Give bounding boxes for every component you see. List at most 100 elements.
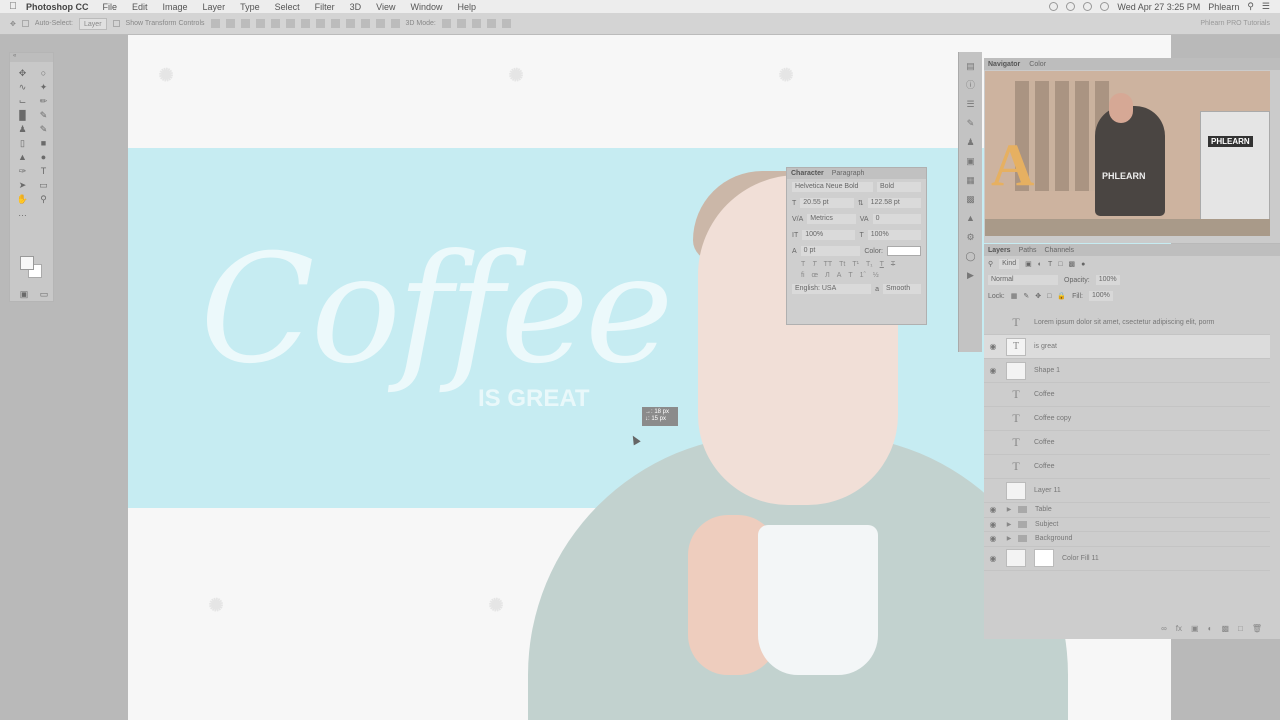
titling-icon[interactable]: Т bbox=[848, 272, 852, 279]
filter-shape-icon[interactable]: □ bbox=[1058, 261, 1062, 268]
dodge-tool-icon[interactable]: ● bbox=[38, 152, 50, 162]
libraries-icon[interactable]: ▩ bbox=[966, 194, 976, 204]
move-tool-icon[interactable]: ✥ bbox=[10, 20, 16, 28]
distribute-bottom-icon[interactable] bbox=[330, 19, 340, 28]
faux-italic-icon[interactable]: T bbox=[812, 261, 816, 268]
more-tools-icon[interactable]: … bbox=[17, 208, 29, 218]
antialias-dropdown[interactable]: Smooth bbox=[883, 284, 921, 294]
3d-roll-icon[interactable] bbox=[456, 19, 466, 28]
menu-view[interactable]: View bbox=[376, 2, 395, 12]
menu-edit[interactable]: Edit bbox=[132, 2, 148, 12]
lock-position-icon[interactable]: ✥ bbox=[1035, 292, 1041, 300]
lock-artboard-icon[interactable]: □ bbox=[1047, 293, 1051, 300]
superscript-icon[interactable]: T¹ bbox=[852, 261, 859, 268]
layer-row[interactable]: T Coffee bbox=[984, 431, 1270, 455]
layer-row[interactable]: T Coffee bbox=[984, 383, 1270, 407]
hand-tool-icon[interactable]: ✋ bbox=[17, 194, 29, 204]
clock[interactable]: Wed Apr 27 3:25 PM bbox=[1117, 2, 1200, 12]
lock-all-icon[interactable]: 🔒 bbox=[1057, 292, 1066, 300]
3d-pan-icon[interactable] bbox=[471, 19, 481, 28]
pen-tool-icon[interactable]: ✑ bbox=[17, 166, 29, 176]
distribute-top-icon[interactable] bbox=[300, 19, 310, 28]
swash-icon[interactable]: Л bbox=[825, 272, 830, 279]
subscript-icon[interactable]: T₁ bbox=[866, 261, 873, 268]
menu-layer[interactable]: Layer bbox=[203, 2, 226, 12]
baseline-shift-field[interactable]: 0 pt bbox=[800, 246, 861, 256]
font-style-dropdown[interactable]: Bold bbox=[877, 182, 921, 192]
language-dropdown[interactable]: English: USA bbox=[792, 284, 872, 294]
fractions-icon[interactable]: ½ bbox=[873, 272, 879, 279]
tab-character[interactable]: Character bbox=[791, 170, 824, 177]
eyedropper-icon[interactable]: ✏ bbox=[38, 96, 50, 106]
align-right-icon[interactable] bbox=[285, 19, 295, 28]
tracking-field[interactable]: 0 bbox=[872, 214, 921, 224]
menu-select[interactable]: Select bbox=[275, 2, 300, 12]
history-brush-icon[interactable]: ✎ bbox=[38, 124, 50, 134]
layer-row[interactable]: T Lorem ipsum dolor sit amet, csectetur … bbox=[984, 311, 1270, 335]
chevron-right-icon[interactable]: ▶ bbox=[1004, 506, 1014, 513]
menu-image[interactable]: Image bbox=[163, 2, 188, 12]
align-middle-icon[interactable] bbox=[225, 19, 235, 28]
adjustments-icon[interactable]: ☰ bbox=[966, 99, 976, 109]
tab-paragraph[interactable]: Paragraph bbox=[832, 170, 865, 177]
3d-scale-icon[interactable] bbox=[501, 19, 511, 28]
layer-row-selected[interactable]: ◉ T is great bbox=[984, 335, 1270, 359]
type-tool-icon[interactable]: T bbox=[38, 166, 50, 176]
foreground-color-swatch[interactable] bbox=[20, 256, 34, 270]
wifi-icon[interactable] bbox=[1100, 2, 1110, 11]
tab-color[interactable]: Color bbox=[1029, 61, 1046, 68]
tab-navigator[interactable]: Navigator bbox=[988, 61, 1020, 68]
vertical-scale-field[interactable]: 100% bbox=[802, 230, 856, 240]
rectangle-tool-icon[interactable]: ▭ bbox=[38, 180, 50, 190]
actions-icon[interactable]: ▶ bbox=[966, 270, 976, 280]
fill-field[interactable]: 100% bbox=[1088, 291, 1113, 301]
info-icon[interactable]: ⓘ bbox=[966, 80, 976, 90]
fill-layer-row[interactable]: ◉ Color Fill 11 bbox=[984, 547, 1270, 571]
eye-icon[interactable]: ◉ bbox=[984, 554, 1002, 563]
layer-row[interactable]: Layer 11 bbox=[984, 479, 1270, 503]
magic-wand-icon[interactable]: ✦ bbox=[38, 82, 50, 92]
eye-icon[interactable]: ◉ bbox=[984, 366, 1002, 375]
menu-filter[interactable]: Filter bbox=[315, 2, 335, 12]
menu-type[interactable]: Type bbox=[240, 2, 260, 12]
group-row[interactable]: ◉ ▶ Table bbox=[984, 503, 1270, 518]
tools-panel-header[interactable]: « bbox=[10, 53, 53, 62]
move-tool-icon[interactable]: ✥ bbox=[17, 68, 29, 78]
healing-brush-icon[interactable]: █ bbox=[17, 110, 29, 120]
path-selection-icon[interactable]: ➤ bbox=[17, 180, 29, 190]
user-menu[interactable]: Phlearn bbox=[1208, 2, 1239, 12]
tab-channels[interactable]: Channels bbox=[1044, 247, 1074, 254]
horizontal-scale-field[interactable]: 100% bbox=[867, 230, 922, 240]
group-row[interactable]: ◉ ▶ Subject bbox=[984, 518, 1270, 532]
underline-icon[interactable]: T bbox=[880, 261, 884, 268]
adjustment-layer-icon[interactable]: ◐ bbox=[1208, 624, 1213, 633]
spotlight-icon[interactable]: ⚲ bbox=[1247, 1, 1254, 12]
filter-kind-dropdown[interactable]: Kind bbox=[999, 259, 1020, 269]
ordinals-icon[interactable]: 1ˆ bbox=[860, 272, 866, 279]
3d-slide-icon[interactable] bbox=[486, 19, 496, 28]
blur-tool-icon[interactable]: ▲ bbox=[17, 152, 29, 162]
gradient-tool-icon[interactable]: ■ bbox=[38, 138, 50, 148]
stylistic-icon[interactable]: A bbox=[837, 272, 842, 279]
auto-select-dropdown[interactable]: Layer bbox=[79, 17, 107, 30]
filter-toggle-icon[interactable]: ● bbox=[1081, 261, 1085, 268]
link-layers-icon[interactable]: ∞ bbox=[1161, 624, 1167, 633]
old-style-icon[interactable]: œ bbox=[812, 272, 819, 279]
distribute-center-icon[interactable] bbox=[360, 19, 370, 28]
align-top-icon[interactable] bbox=[210, 19, 220, 28]
swatches-icon[interactable]: ▦ bbox=[966, 175, 976, 185]
status-icon[interactable] bbox=[1066, 2, 1076, 11]
chevron-right-icon[interactable]: ▶ bbox=[1004, 521, 1014, 528]
auto-align-icon[interactable] bbox=[390, 19, 400, 28]
properties-icon[interactable]: ⚙ bbox=[966, 232, 976, 242]
filter-type-icon[interactable]: T bbox=[1048, 261, 1052, 268]
eye-icon[interactable]: ◉ bbox=[984, 520, 1002, 529]
clone-source-icon[interactable]: ♟ bbox=[966, 137, 976, 147]
align-left-icon[interactable] bbox=[255, 19, 265, 28]
brush-presets-icon[interactable]: ✎ bbox=[966, 118, 976, 128]
menu-window[interactable]: Window bbox=[410, 2, 442, 12]
filter-smart-icon[interactable]: ▩ bbox=[1069, 260, 1076, 268]
all-caps-icon[interactable]: TT bbox=[824, 261, 833, 268]
filter-pixel-icon[interactable]: ▣ bbox=[1025, 260, 1032, 268]
timeline-icon[interactable]: ◯ bbox=[966, 251, 976, 261]
